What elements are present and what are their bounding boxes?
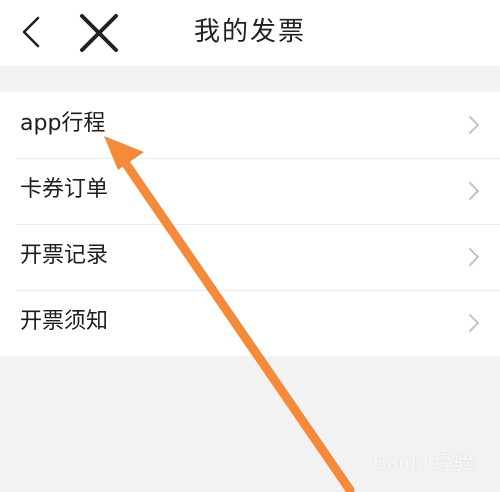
invoice-menu-list: app行程 卡券订单 开票记录 开票须知 [0,92,500,356]
menu-item-label: 开票记录 [20,243,109,268]
chevron-right-icon [469,182,479,200]
menu-item-invoice-notice[interactable]: 开票须知 [0,290,500,356]
menu-item-invoice-records[interactable]: 开票记录 [0,224,500,290]
chevron-right-icon [469,116,479,134]
menu-item-label: app行程 [20,111,106,136]
menu-item-label: 卡券订单 [20,177,109,202]
watermark-text: Baidu 经验 [372,452,474,474]
menu-item-coupon-orders[interactable]: 卡券订单 [0,158,500,224]
menu-item-app-trips[interactable]: app行程 [0,92,500,158]
menu-item-label: 开票须知 [20,309,109,334]
chevron-right-icon [469,248,479,266]
top-bar: 我的发票 [0,0,500,66]
chevron-right-icon [469,314,479,332]
page-title: 我的发票 [193,17,306,47]
